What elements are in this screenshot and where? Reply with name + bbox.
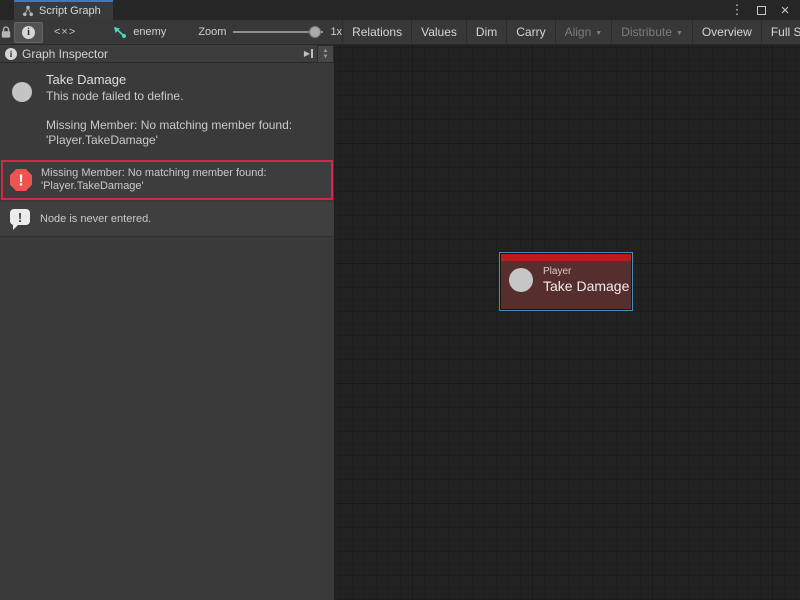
tab-script-graph[interactable]: Script Graph [14, 0, 113, 20]
panel-spinner[interactable]: ▲ ▼ [317, 45, 334, 63]
svg-text:!: ! [18, 210, 22, 225]
zoom-control: Zoom 1x [198, 25, 342, 39]
graph-toolbar: i <×> enemy Zoom 1x Relations [0, 20, 800, 45]
info-icon: i [5, 48, 17, 60]
node-summary-subtitle: This node failed to define. [46, 89, 292, 103]
node-error-strip [501, 254, 631, 261]
variables-icon: <×> [54, 26, 76, 38]
node-summary: Take Damage This node failed to define. … [0, 63, 334, 160]
graph-canvas[interactable]: Player Take Damage [335, 45, 800, 600]
node-summary-title: Take Damage [46, 72, 292, 87]
chevron-down-icon: ▼ [595, 30, 602, 37]
lock-button[interactable] [0, 20, 12, 45]
node-title: Take Damage [543, 278, 629, 294]
zoom-value: 1x [330, 26, 342, 38]
unity-script-graph-window: Script Graph ⋮ × i <×> e [0, 0, 800, 600]
node-type-icon [12, 82, 32, 102]
node-member-icon [509, 268, 533, 292]
dock-panel-button[interactable]: ▶ [304, 49, 313, 58]
carry-button[interactable]: Carry [506, 20, 554, 45]
overview-button[interactable]: Overview [692, 20, 761, 45]
toolbar-buttons: Relations Values Dim Carry Align ▼ Distr… [342, 20, 800, 45]
error-octagon-icon: ! [9, 168, 33, 192]
close-icon[interactable]: × [778, 2, 792, 18]
lock-icon [0, 25, 12, 39]
graph-inspector-header: i Graph Inspector ▶ ▲ ▼ [0, 45, 334, 63]
graph-inspector-panel: i Graph Inspector ▶ ▲ ▼ Take Damage This… [0, 45, 335, 600]
graph-icon [113, 26, 127, 39]
distribute-button[interactable]: Distribute ▼ [611, 20, 692, 45]
node-summary-detail: Missing Member: No matching member found… [46, 118, 292, 148]
breadcrumb-label: enemy [133, 26, 166, 38]
zoom-slider[interactable] [233, 25, 323, 39]
window-controls: ⋮ × [730, 0, 800, 20]
inspector-toggle-button[interactable]: i [14, 22, 43, 43]
node-category: Player [543, 266, 629, 277]
maximize-icon[interactable] [754, 2, 768, 18]
window-menu-icon[interactable]: ⋮ [730, 2, 744, 18]
zoom-slider-handle[interactable] [309, 26, 321, 38]
spinner-down-icon[interactable]: ▼ [323, 54, 329, 60]
error-message-text: Missing Member: No matching member found… [41, 167, 267, 193]
align-button[interactable]: Align ▼ [555, 20, 612, 45]
warning-message-text: Node is never entered. [40, 213, 151, 226]
svg-text:!: ! [18, 173, 23, 190]
chevron-down-icon: ▼ [676, 30, 683, 37]
zoom-label: Zoom [198, 26, 226, 38]
graph-breadcrumb[interactable]: enemy [113, 26, 166, 39]
script-graph-icon [22, 5, 34, 17]
tab-bar: Script Graph ⋮ × [0, 0, 800, 20]
info-icon: i [22, 26, 35, 39]
variables-toggle-button[interactable]: <×> [47, 22, 83, 43]
full-screen-button[interactable]: Full Screen [761, 20, 800, 45]
dim-button[interactable]: Dim [466, 20, 506, 45]
values-button[interactable]: Values [411, 20, 466, 45]
relations-button[interactable]: Relations [342, 20, 411, 45]
warning-bubble-icon: ! [8, 207, 32, 231]
error-message-box[interactable]: ! Missing Member: No matching member fou… [1, 160, 333, 200]
tab-label: Script Graph [39, 5, 101, 17]
warning-message-box[interactable]: ! Node is never entered. [0, 202, 334, 237]
graph-inspector-title: Graph Inspector [22, 47, 108, 61]
take-damage-node[interactable]: Player Take Damage [499, 252, 633, 311]
